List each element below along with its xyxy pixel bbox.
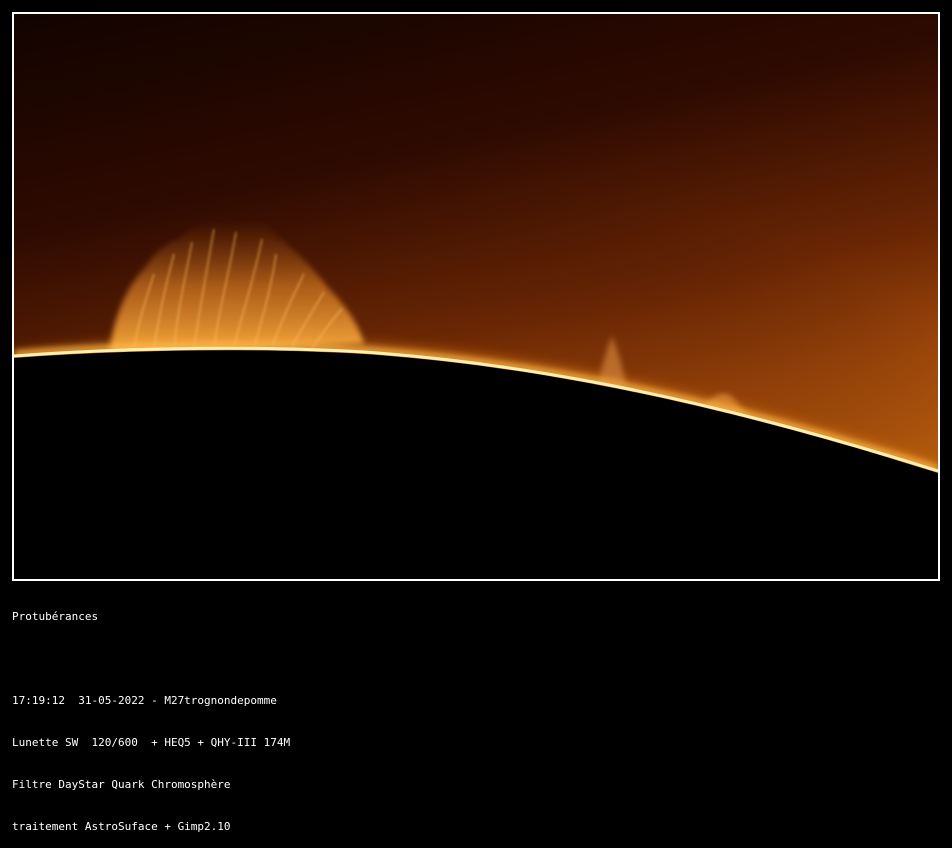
- caption-blank: [12, 652, 932, 666]
- solar-photo-frame: [12, 12, 940, 581]
- caption-equipment: Lunette SW 120/600 + HEQ5 + QHY-III 174M: [12, 736, 291, 749]
- caption-title: Protubérances: [12, 610, 99, 623]
- caption-datetime-author: 17:19:12 31-05-2022 - M27trognondepomme: [12, 694, 277, 707]
- solar-photo: [14, 14, 938, 579]
- photo-caption: Protubérances 17:19:12 31-05-2022 - M27t…: [12, 582, 932, 848]
- caption-filter: Filtre DayStar Quark Chromosphère: [12, 778, 231, 791]
- caption-processing: traitement AstroSuface + Gimp2.10: [12, 820, 231, 833]
